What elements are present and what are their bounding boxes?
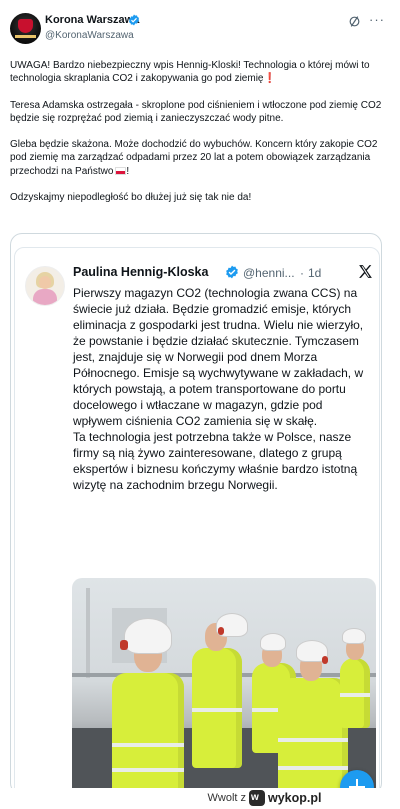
author-name[interactable]: Korona Warszawa: [45, 14, 139, 26]
tweet-paragraph: Gleba będzie skażona. Może dochodzić do …: [10, 139, 378, 177]
exclamation-icon: ❗: [263, 73, 276, 85]
verified-badge-icon: [129, 14, 139, 26]
grok-icon[interactable]: [348, 15, 361, 28]
quoted-paragraph: Ta technologia jest potrzebna także w Po…: [73, 430, 358, 492]
author-avatar[interactable]: [10, 13, 41, 44]
quoted-paragraph: Pierwszy magazyn CO2 (technologia zwana …: [73, 286, 364, 428]
quoted-author-name[interactable]: Paulina Hennig-Kloska: [73, 265, 208, 279]
x-logo-icon[interactable]: [357, 263, 374, 280]
author-handle[interactable]: @KoronaWarszawa: [45, 30, 134, 41]
quoted-post-text: Pierwszy magazyn CO2 (technologia zwana …: [73, 285, 375, 493]
poland-flag-icon: [115, 166, 127, 175]
post-timestamp[interactable]: 1d: [308, 266, 321, 280]
worker-figure: [340, 658, 370, 728]
worker-figure: [278, 678, 348, 794]
more-icon[interactable]: ···: [369, 13, 385, 26]
wykop-logo-letter: w: [251, 792, 259, 803]
quoted-post-inner[interactable]: Paulina Hennig-Kloska @henni... · 1d Pie…: [14, 247, 380, 794]
tweet-text: UWAGA! Bardzo niebezpieczny wpis Hennig-…: [10, 59, 385, 217]
tweet-paragraph: Teresa Adamska ostrzegała - skroplone po…: [10, 99, 382, 124]
post-card: Korona Warszawa @KoronaWarszawa ··· UWAG…: [0, 0, 400, 795]
verified-badge-icon: [226, 265, 238, 279]
quoted-post-photo[interactable]: [72, 578, 376, 794]
helmet-shape: [124, 618, 172, 654]
tweet-paragraph: UWAGA! Bardzo niebezpieczny wpis Hennig-…: [10, 60, 370, 85]
quoted-author-avatar[interactable]: [25, 266, 65, 306]
wykop-site-name[interactable]: wykop.pl: [268, 791, 321, 805]
wykop-footer: [0, 788, 400, 809]
helmet-shape: [260, 633, 286, 651]
worker-figure: [112, 673, 184, 794]
helmet-shape: [342, 628, 366, 644]
worker-figure: [192, 648, 242, 768]
crane-shape: [86, 588, 90, 678]
footer-author[interactable]: Wwolt z: [208, 792, 247, 804]
separator-dot: ·: [300, 266, 304, 280]
tweet-paragraph: Odzyskajmy niepodległość bo dłużej już s…: [10, 191, 252, 203]
quoted-author-handle[interactable]: @henni...: [243, 266, 295, 280]
quoted-post-card[interactable]: Paulina Hennig-Kloska @henni... · 1d Pie…: [10, 233, 382, 795]
